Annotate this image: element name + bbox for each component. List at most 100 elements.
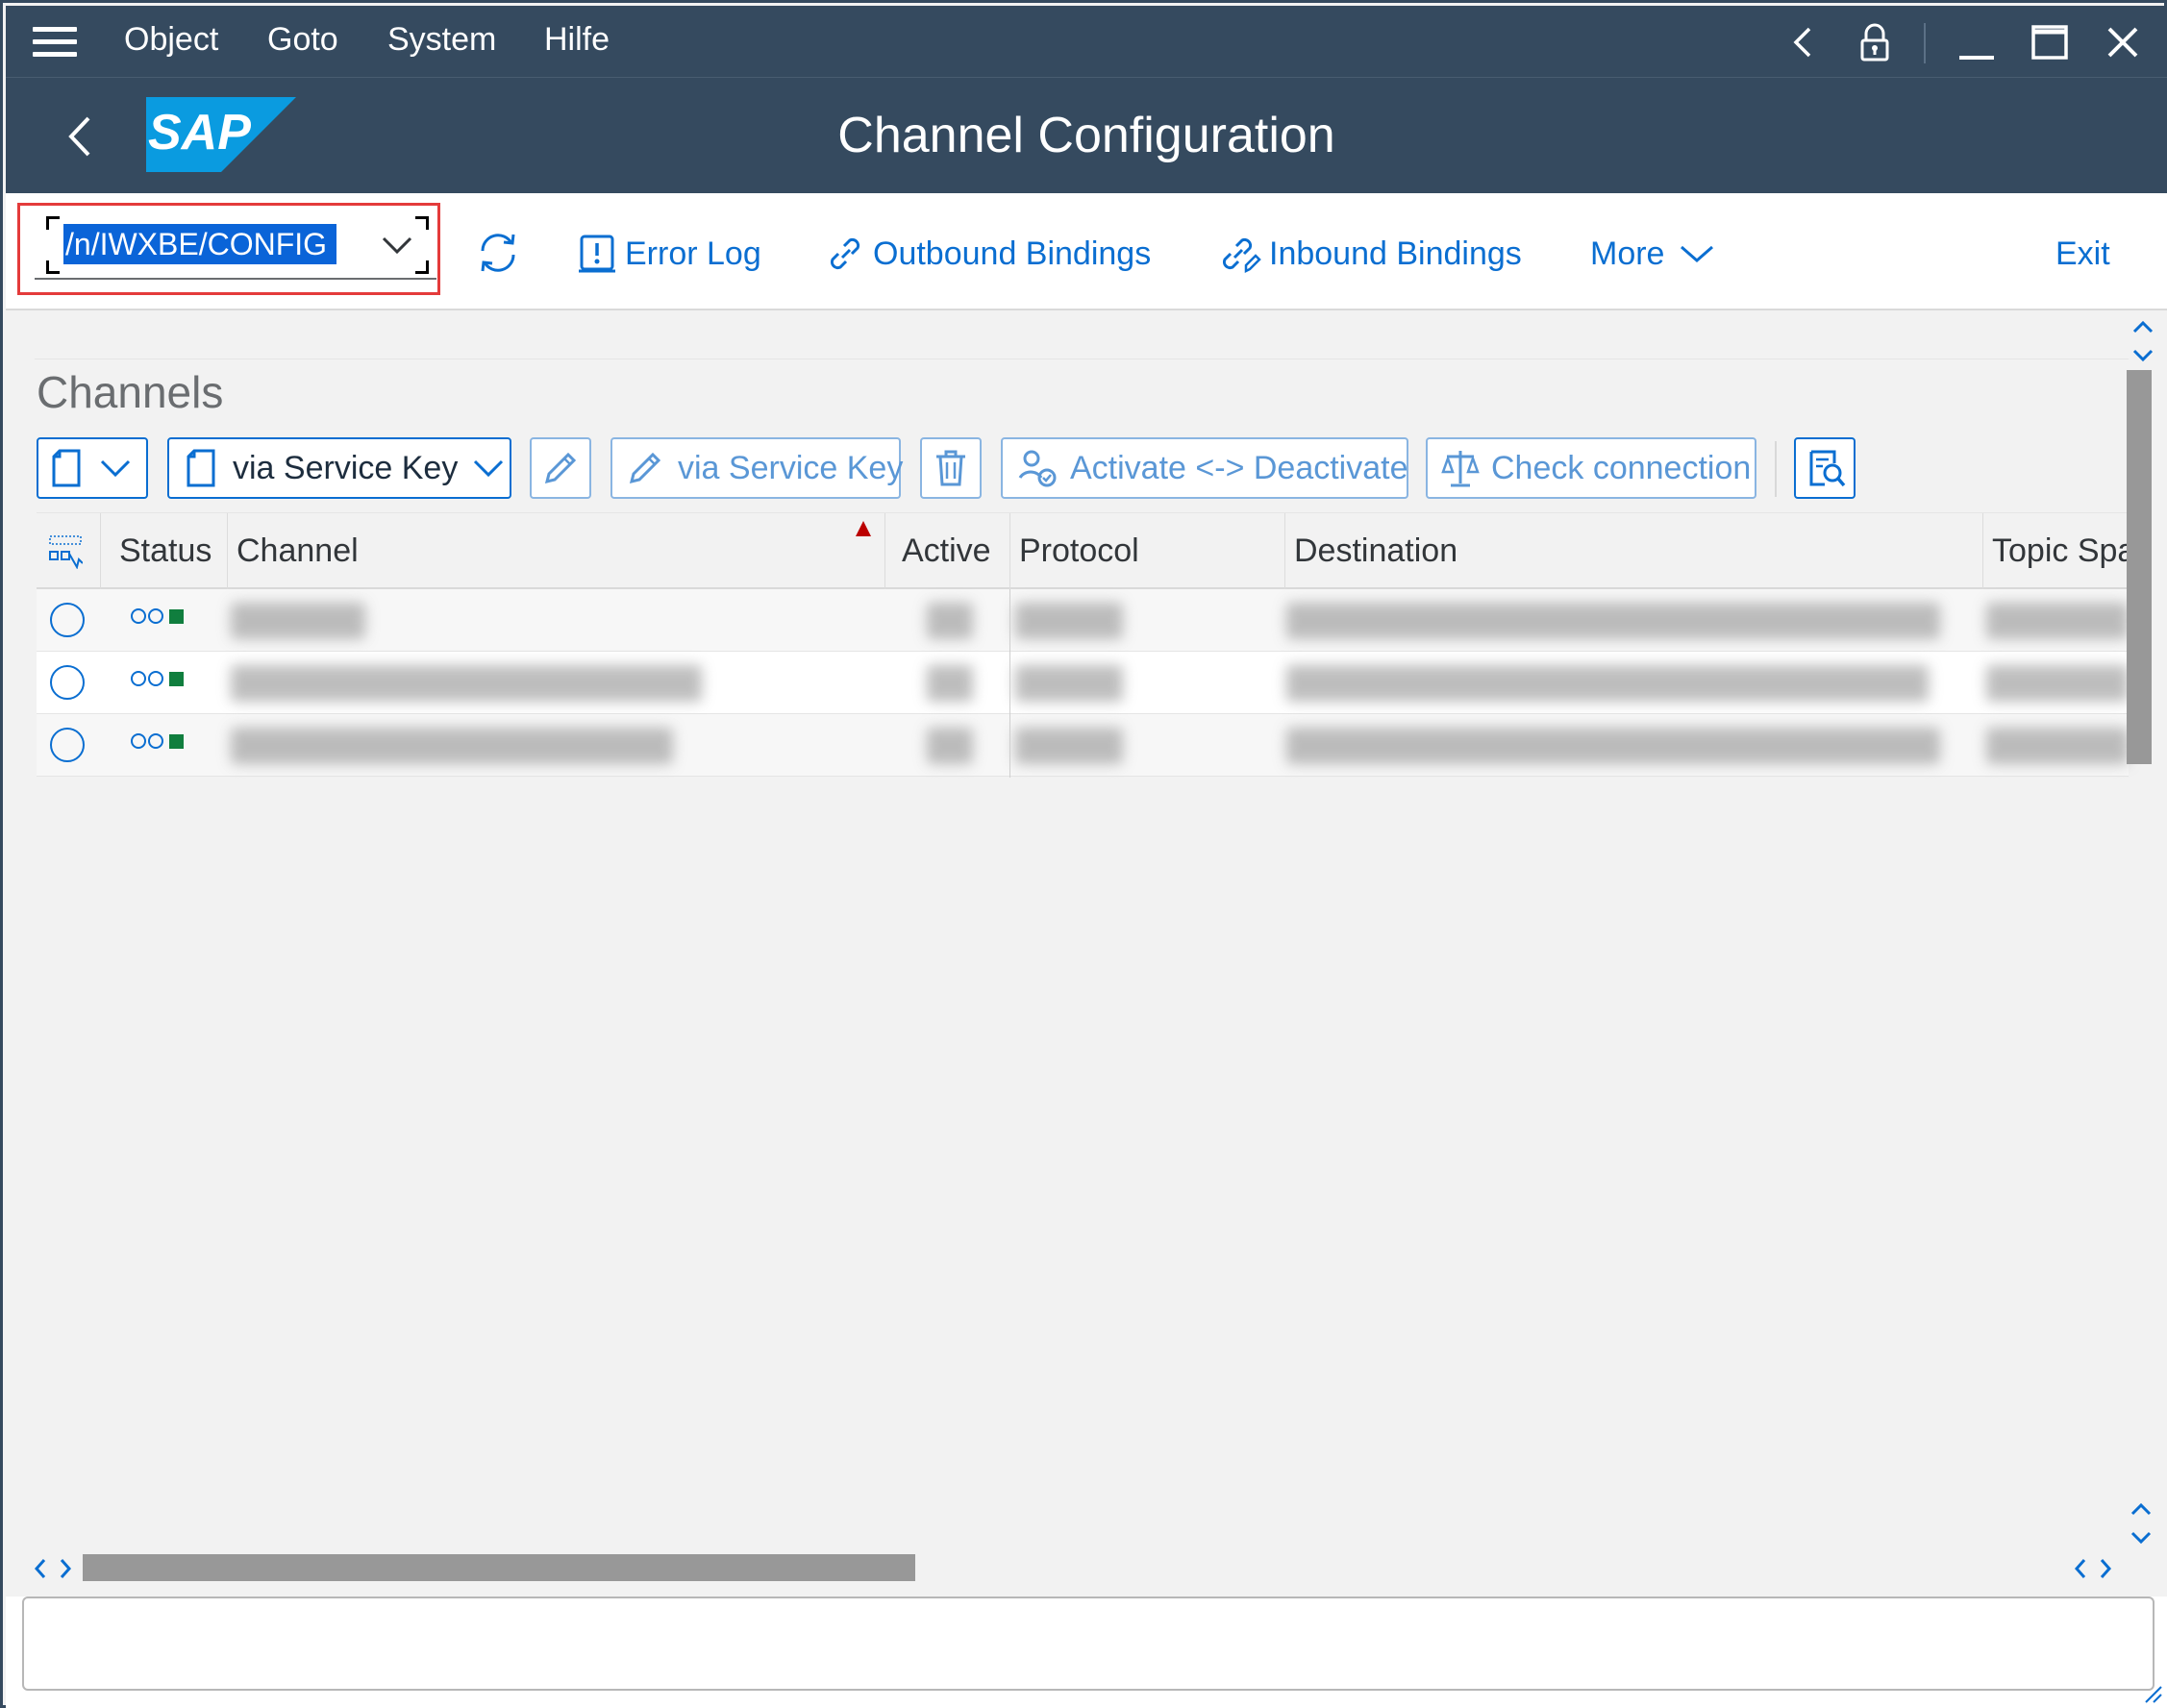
redacted-destination bbox=[1286, 728, 1940, 764]
redacted-topic-space bbox=[1986, 665, 2129, 702]
chevron-down-icon bbox=[474, 459, 504, 478]
main-content: Channels via Service Key via Service Key… bbox=[6, 310, 2167, 1597]
column-separator bbox=[1982, 513, 1983, 590]
outbound-bindings-label: Outbound Bindings bbox=[873, 235, 1152, 272]
select-all-icon[interactable] bbox=[48, 534, 83, 569]
activate-deactivate-button[interactable]: Activate <-> Deactivate bbox=[1001, 437, 1408, 499]
details-button[interactable] bbox=[1794, 437, 1856, 499]
create-via-service-key-button[interactable]: via Service Key bbox=[167, 437, 511, 499]
redacted-active bbox=[927, 603, 973, 639]
scroll-up-down-icon[interactable] bbox=[2129, 316, 2157, 366]
menu-system[interactable]: System bbox=[387, 21, 496, 59]
maximize-icon[interactable] bbox=[2027, 19, 2073, 65]
column-header-protocol[interactable]: Protocol bbox=[1019, 532, 1139, 570]
column-separator bbox=[1009, 513, 1010, 590]
status-message-field bbox=[22, 1597, 2155, 1691]
table-row[interactable] bbox=[37, 714, 2129, 777]
chevron-down-icon bbox=[100, 459, 131, 478]
horizontal-scroll-thumb[interactable] bbox=[83, 1554, 915, 1581]
lock-icon[interactable] bbox=[1852, 19, 1898, 65]
application-toolbar: /n/IWXBE/CONFIG Error Log Outbound Bindi… bbox=[6, 193, 2167, 310]
redacted-active bbox=[927, 728, 973, 764]
table-row[interactable] bbox=[37, 589, 2129, 652]
frozen-column-divider bbox=[1009, 589, 1010, 778]
pencil-icon bbox=[629, 452, 661, 484]
error-log-button[interactable]: Error Log bbox=[577, 230, 761, 278]
command-field[interactable]: /n/IWXBE/CONFIG bbox=[35, 212, 436, 280]
redacted-topic-space bbox=[1986, 603, 2129, 639]
document-search-icon bbox=[1809, 450, 1846, 487]
chevron-down-icon[interactable] bbox=[381, 234, 413, 257]
column-separator bbox=[227, 513, 228, 590]
check-connection-label: Check connection bbox=[1491, 449, 1752, 486]
balance-scale-icon bbox=[1441, 451, 1480, 487]
column-header-status[interactable]: Status bbox=[119, 532, 212, 570]
exit-button[interactable]: Exit bbox=[2055, 230, 2110, 278]
minimize-icon[interactable] bbox=[1954, 19, 2000, 65]
edit-via-service-key-label: via Service Key bbox=[678, 449, 904, 486]
page-title: Channel Configuration bbox=[837, 108, 1335, 163]
resize-grip-icon[interactable] bbox=[2142, 1683, 2163, 1704]
edit-via-service-key-button[interactable]: via Service Key bbox=[610, 437, 904, 499]
inbound-bindings-button[interactable]: Inbound Bindings bbox=[1219, 230, 1522, 278]
menu-hilfe[interactable]: Hilfe bbox=[544, 21, 610, 59]
command-field-value[interactable]: /n/IWXBE/CONFIG bbox=[63, 224, 337, 264]
column-separator bbox=[884, 513, 885, 590]
redacted-channel bbox=[231, 665, 702, 702]
redacted-protocol bbox=[1015, 603, 1123, 639]
redacted-destination bbox=[1286, 603, 1940, 639]
column-separator bbox=[100, 513, 101, 590]
row-selector[interactable] bbox=[50, 603, 85, 637]
shell-header: SAP Channel Configuration bbox=[6, 77, 2167, 193]
table-row[interactable] bbox=[37, 652, 2129, 714]
column-separator bbox=[1284, 513, 1285, 590]
channels-table: Status Channel Active Protocol Destinati… bbox=[37, 512, 2129, 1087]
scroll-up-down-icon[interactable] bbox=[2127, 1498, 2155, 1548]
edit-button[interactable] bbox=[530, 437, 591, 499]
refresh-icon[interactable] bbox=[475, 230, 521, 276]
hamburger-menu-icon[interactable] bbox=[33, 27, 77, 58]
toolbar-separator bbox=[1775, 441, 1777, 497]
section-title: Channels bbox=[37, 367, 224, 417]
chevron-down-icon bbox=[1681, 245, 1714, 262]
sap-gui-window: Object Goto System Hilfe SAP Channel Con… bbox=[0, 0, 2167, 1708]
column-header-active[interactable]: Active bbox=[902, 532, 991, 570]
trash-icon bbox=[936, 450, 965, 486]
column-header-destination[interactable]: Destination bbox=[1294, 532, 1457, 570]
pencil-icon bbox=[544, 452, 577, 484]
row-selector[interactable] bbox=[50, 728, 85, 762]
close-icon[interactable] bbox=[2100, 19, 2146, 65]
status-indicator-icon bbox=[131, 733, 184, 749]
outbound-bindings-button[interactable]: Outbound Bindings bbox=[825, 230, 1151, 278]
collapse-left-icon[interactable] bbox=[1781, 19, 1827, 65]
scroll-left-right-icon[interactable] bbox=[31, 1556, 75, 1581]
check-connection-button[interactable]: Check connection bbox=[1426, 437, 1756, 499]
status-indicator-icon bbox=[131, 608, 184, 624]
menu-goto[interactable]: Goto bbox=[267, 21, 338, 59]
status-indicator-icon bbox=[131, 671, 184, 686]
status-bar bbox=[6, 1597, 2167, 1708]
create-menu-button[interactable] bbox=[37, 437, 148, 499]
create-via-service-key-label: via Service Key bbox=[233, 449, 459, 486]
redacted-active bbox=[927, 665, 973, 702]
table-header: Status Channel Active Protocol Destinati… bbox=[37, 512, 2129, 590]
vertical-scroll-thumb[interactable] bbox=[2127, 370, 2152, 764]
error-log-icon bbox=[579, 235, 615, 273]
redacted-protocol bbox=[1015, 665, 1123, 702]
redacted-destination bbox=[1286, 665, 1929, 702]
activate-toggle-icon bbox=[1018, 450, 1057, 487]
more-menu-button[interactable]: More bbox=[1590, 230, 1724, 278]
window-controls-divider bbox=[1924, 23, 1926, 63]
error-log-label: Error Log bbox=[625, 235, 761, 272]
sort-ascending-icon bbox=[856, 521, 871, 536]
more-label: More bbox=[1590, 235, 1665, 272]
activate-deactivate-label: Activate <-> Deactivate bbox=[1070, 449, 1408, 486]
document-icon bbox=[187, 449, 215, 487]
column-header-channel[interactable]: Channel bbox=[237, 532, 359, 570]
delete-button[interactable] bbox=[920, 437, 982, 499]
link-icon bbox=[830, 237, 860, 270]
menu-object[interactable]: Object bbox=[124, 21, 218, 59]
row-selector[interactable] bbox=[50, 665, 85, 700]
column-header-topic-space[interactable]: Topic Space bbox=[1992, 532, 2129, 570]
scroll-left-right-icon[interactable] bbox=[2071, 1556, 2115, 1581]
